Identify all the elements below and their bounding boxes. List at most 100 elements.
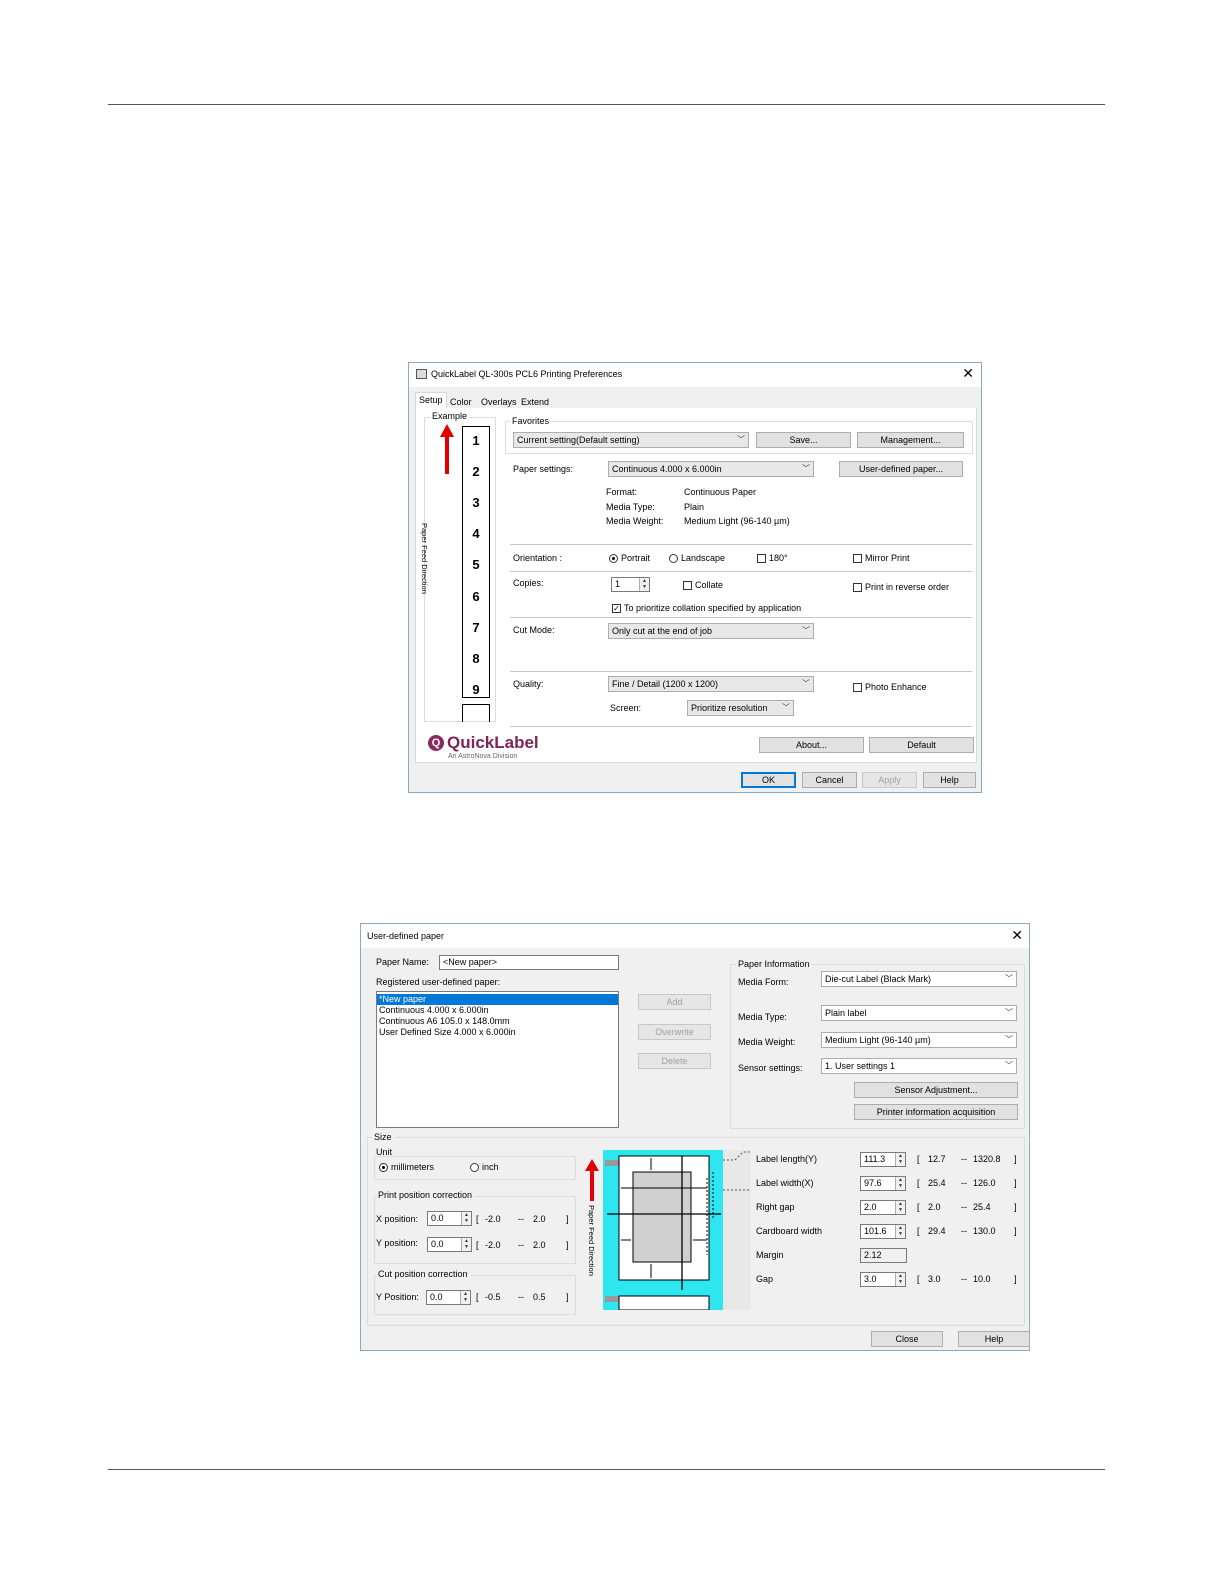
- dimension-input[interactable]: 2.0 ▲ ▼: [860, 1200, 906, 1215]
- sensor-select[interactable]: 1. User settings 1 ﹀: [821, 1058, 1017, 1074]
- default-button[interactable]: Default: [869, 737, 974, 753]
- chevron-down-icon: ﹀: [802, 679, 810, 688]
- millimeters-radio[interactable]: [379, 1163, 388, 1172]
- dimension-label: Label length(Y): [756, 1154, 818, 1164]
- list-item[interactable]: *New paper: [377, 994, 618, 1005]
- spinner-icon[interactable]: ▲ ▼: [895, 1273, 905, 1286]
- reverse-order-checkbox[interactable]: [853, 583, 862, 592]
- bracket-close: ]: [1014, 1274, 1017, 1284]
- ok-button[interactable]: OK: [741, 772, 796, 788]
- bracket-open: [: [476, 1240, 479, 1250]
- millimeters-label: millimeters: [391, 1162, 435, 1172]
- photo-enhance-checkbox[interactable]: [853, 683, 862, 692]
- chevron-down-icon: ﹀: [1005, 1061, 1013, 1070]
- cancel-button[interactable]: Cancel: [802, 772, 857, 788]
- apply-button[interactable]: Apply: [862, 772, 917, 788]
- title-bar: User-defined paper ✕: [361, 924, 1029, 948]
- screen-select[interactable]: Prioritize resolution ﹀: [687, 700, 794, 716]
- y-position-stepper[interactable]: 0.0 ▲ ▼: [427, 1237, 472, 1252]
- tab-extend-label: Extend: [521, 397, 550, 407]
- prioritize-collation-checkbox[interactable]: ✓: [612, 604, 621, 613]
- help-button[interactable]: Help: [923, 772, 976, 788]
- sensor-value: 1. User settings 1: [825, 1061, 896, 1071]
- dimension-max: 130.0: [973, 1226, 996, 1236]
- landscape-radio[interactable]: [669, 554, 678, 563]
- rotate-180-label: 180°: [769, 553, 788, 563]
- cut-mode-select[interactable]: Only cut at the end of job ﹀: [608, 623, 814, 639]
- dimension-input[interactable]: 101.6 ▲ ▼: [860, 1224, 906, 1239]
- portrait-radio[interactable]: [609, 554, 618, 563]
- sensor-adjustment-button[interactable]: Sensor Adjustment...: [854, 1082, 1018, 1098]
- media-form-select[interactable]: Die-cut Label (Black Mark) ﹀: [821, 971, 1017, 987]
- cut-y-position-stepper[interactable]: 0.0 ▲ ▼: [426, 1290, 471, 1305]
- spinner-icon[interactable]: ▲ ▼: [895, 1201, 905, 1214]
- spinner-icon[interactable]: ▲ ▼: [460, 1291, 470, 1304]
- mirror-print-checkbox[interactable]: [853, 554, 862, 563]
- spinner-icon[interactable]: ▲ ▼: [461, 1212, 471, 1225]
- dimension-max: 1320.8: [973, 1154, 1001, 1164]
- example-num: 7: [472, 620, 480, 635]
- spinner-icon[interactable]: ▲ ▼: [639, 578, 649, 591]
- tab-extend[interactable]: Extend: [518, 395, 552, 409]
- favorites-label: Favorites: [510, 416, 552, 426]
- about-button[interactable]: About...: [759, 737, 864, 753]
- media-type-select[interactable]: Plain label ﹀: [821, 1005, 1017, 1021]
- divider: [510, 617, 972, 618]
- close-icon[interactable]: ✕: [1011, 927, 1023, 944]
- divider: [510, 571, 972, 572]
- feed-arrow-icon: [440, 424, 454, 477]
- management-button[interactable]: Management...: [857, 432, 964, 448]
- feed-direction-label: Paper Feed Direction: [420, 523, 429, 594]
- quality-label: Quality:: [513, 679, 544, 689]
- spinner-icon[interactable]: ▲ ▼: [461, 1238, 471, 1251]
- printer-info-button[interactable]: Printer information acquisition: [854, 1104, 1018, 1120]
- user-defined-paper-button[interactable]: User-defined paper...: [839, 461, 963, 477]
- delete-button[interactable]: Delete: [638, 1053, 711, 1069]
- print-position-label: Print position correction: [376, 1190, 475, 1200]
- paper-name-input[interactable]: <New paper>: [439, 955, 619, 970]
- favorites-select[interactable]: Current setting(Default setting) ﹀: [513, 432, 749, 448]
- logo-subtitle: An AstroNova Division: [448, 753, 518, 760]
- reverse-order-label: Print in reverse order: [865, 582, 950, 592]
- spinner-icon[interactable]: ▲ ▼: [895, 1177, 905, 1190]
- dimension-label: Label width(X): [756, 1178, 814, 1188]
- spinner-icon[interactable]: ▲ ▼: [895, 1225, 905, 1238]
- overwrite-button[interactable]: Overwrite: [638, 1024, 711, 1040]
- media-form-value: Die-cut Label (Black Mark): [825, 974, 932, 984]
- add-button[interactable]: Add: [638, 994, 711, 1010]
- close-button[interactable]: Close: [871, 1331, 943, 1347]
- list-item[interactable]: Continuous 4.000 x 6.000in: [377, 1005, 618, 1016]
- dimension-input[interactable]: 111.3 ▲ ▼: [860, 1152, 906, 1167]
- rotate-180-checkbox[interactable]: [757, 554, 766, 563]
- tab-color[interactable]: Color: [447, 395, 475, 409]
- paper-name-value: <New paper>: [443, 957, 498, 967]
- collate-checkbox[interactable]: [683, 581, 692, 590]
- save-button[interactable]: Save...: [756, 432, 851, 448]
- dimension-value: 97.6: [864, 1178, 882, 1188]
- list-item[interactable]: Continuous A6 105.0 x 148.0mm: [377, 1016, 618, 1027]
- inch-radio[interactable]: [470, 1163, 479, 1172]
- registered-label: Registered user-defined paper:: [376, 977, 501, 987]
- tab-overlays[interactable]: Overlays: [478, 395, 520, 409]
- quality-select[interactable]: Fine / Detail (1200 x 1200) ﹀: [608, 676, 814, 692]
- dimension-input[interactable]: 97.6 ▲ ▼: [860, 1176, 906, 1191]
- cut-position-min: -0.5: [485, 1292, 501, 1302]
- y-position-min: -2.0: [485, 1240, 501, 1250]
- dimension-input[interactable]: 3.0 ▲ ▼: [860, 1272, 906, 1287]
- spinner-icon[interactable]: ▲ ▼: [895, 1153, 905, 1166]
- dimension-label: Margin: [756, 1250, 784, 1260]
- dimension-min: 29.4: [928, 1226, 946, 1236]
- tab-setup[interactable]: Setup: [415, 392, 447, 409]
- help-button[interactable]: Help: [958, 1331, 1030, 1347]
- registered-list[interactable]: *New paper Continuous 4.000 x 6.000in Co…: [376, 991, 619, 1128]
- paper-settings-select[interactable]: Continuous 4.000 x 6.000in ﹀: [608, 461, 814, 477]
- media-weight-select[interactable]: Medium Light (96-140 µm) ﹀: [821, 1032, 1017, 1048]
- x-position-stepper[interactable]: 0.0 ▲ ▼: [427, 1211, 472, 1226]
- dimension-input[interactable]: 2.12: [860, 1248, 907, 1263]
- bracket-open: [: [917, 1154, 920, 1164]
- cut-mode-value: Only cut at the end of job: [612, 626, 713, 636]
- paper-settings-label: Paper settings:: [513, 464, 574, 474]
- copies-stepper[interactable]: 1 ▲ ▼: [611, 577, 650, 592]
- list-item[interactable]: User Defined Size 4.000 x 6.000in: [377, 1027, 618, 1038]
- close-icon[interactable]: ✕: [962, 365, 974, 382]
